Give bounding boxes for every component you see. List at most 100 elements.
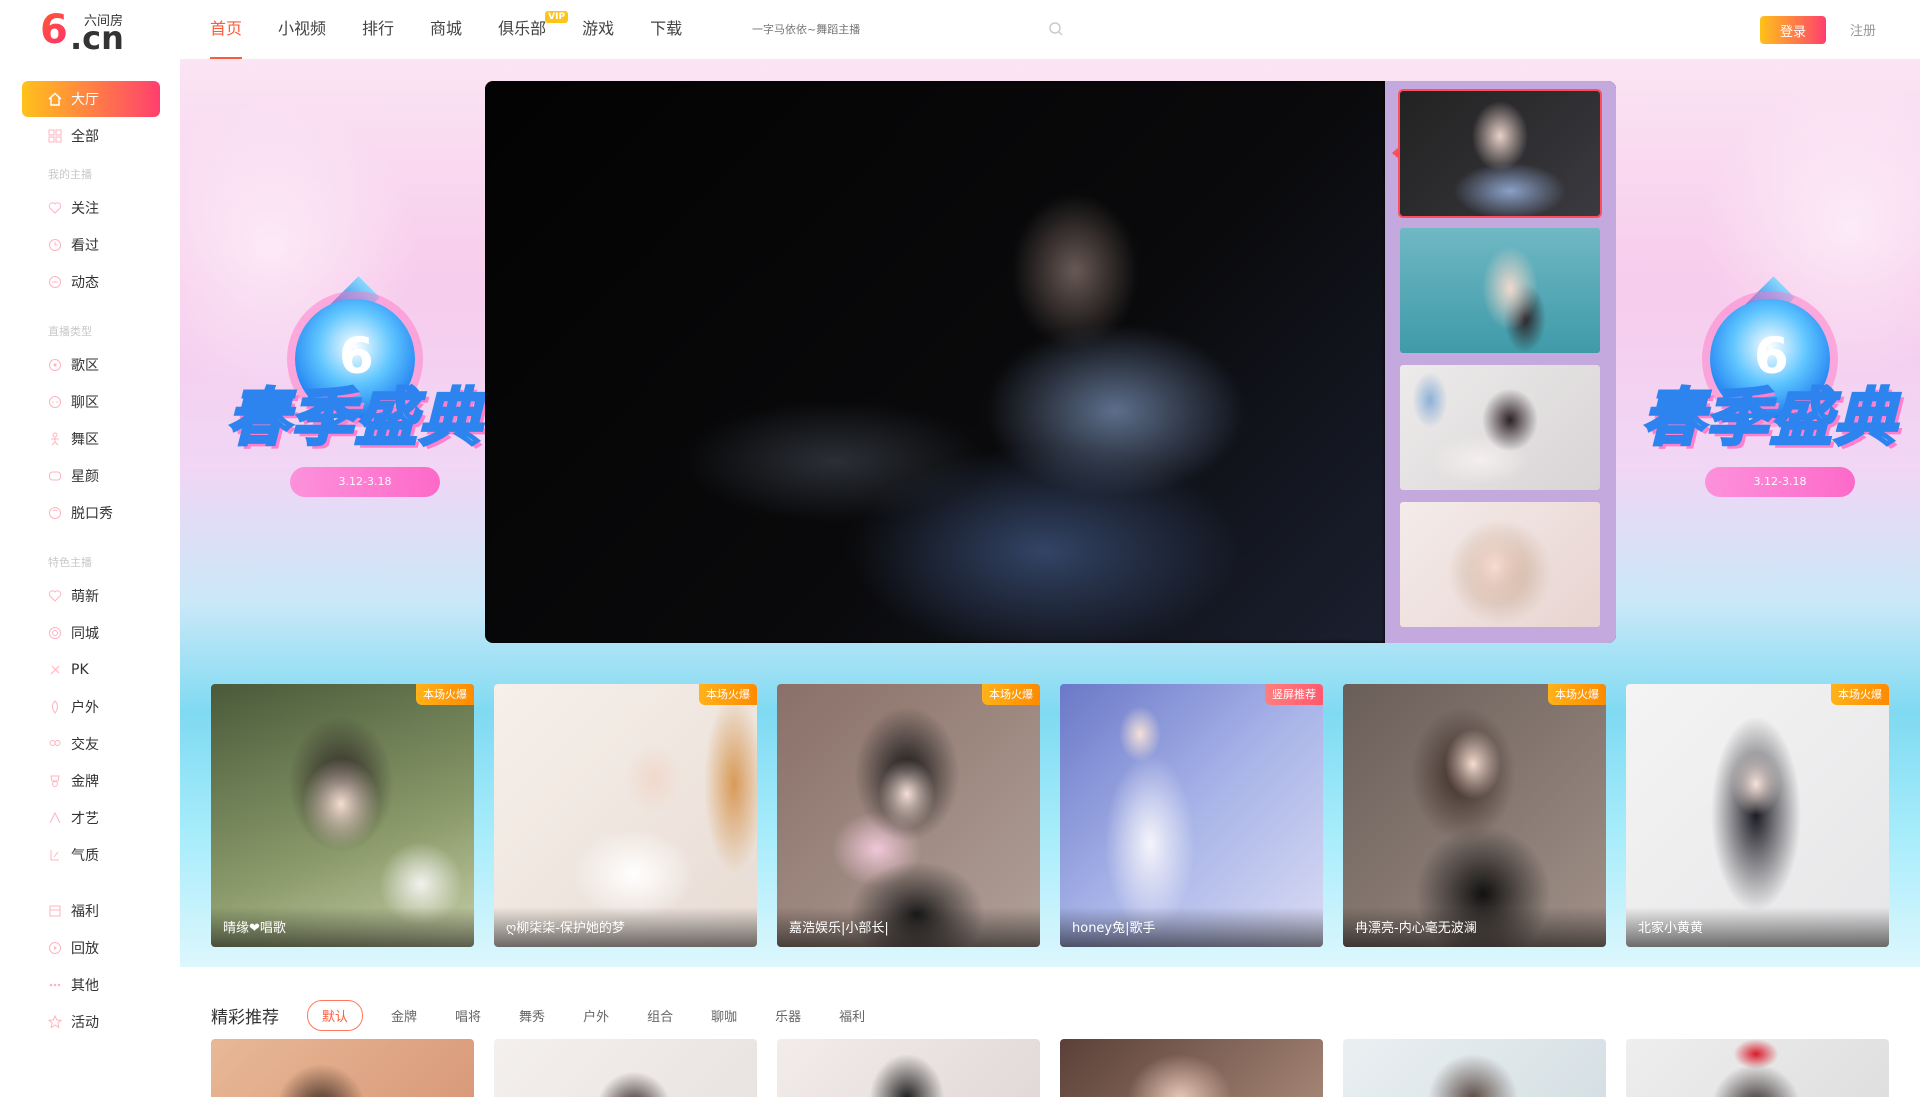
sidebar-item-newbie[interactable]: 萌新 [22,578,160,614]
sidebar-item-label: 其他 [71,978,99,994]
event-logo-right[interactable]: 春季盛典 3.12-3.18 [1620,276,1920,549]
sidebar-item-label: 户外 [71,700,99,716]
stream-thumbnail[interactable] [1400,365,1600,490]
stream-thumbnail[interactable] [1398,89,1602,218]
card-tag: 本场火爆 [982,684,1040,705]
sidebar-item-follow[interactable]: 关注 [22,190,160,226]
mic-icon [49,507,61,519]
recommend-card[interactable] [1343,1039,1606,1097]
dance-icon [51,432,59,446]
stream-thumbnail-rail [1385,81,1616,643]
chat-icon [49,396,61,408]
anchor-card[interactable]: 本场火爆 嘉浩娱乐|小部长| [777,684,1040,947]
site-logo[interactable]: 6 .cn 六间房 [40,7,140,54]
gift-icon [49,905,61,917]
sidebar-item-label: 福利 [71,904,99,920]
live-player[interactable] [485,81,1616,643]
sidebar-item-other[interactable]: 其他 [22,967,160,1003]
sidebar-item-talent[interactable]: 才艺 [22,800,160,836]
pk-icon [50,665,60,675]
tab-group[interactable]: 组合 [647,1006,673,1025]
sidebar-item-label: PK [71,662,89,678]
tab-chat[interactable]: 聊咖 [711,1006,737,1025]
nav-download[interactable]: 下载 [650,0,682,59]
search-icon[interactable] [1048,21,1064,37]
sidebar-item-star-face[interactable]: 星颜 [22,458,160,494]
recommend-card[interactable] [1626,1039,1889,1097]
search-input[interactable] [752,16,1052,42]
anchor-name: ღ柳柒柒-保护她的梦 [494,907,757,947]
anchor-card[interactable]: 本场火爆 冉漂亮-内心毫无波澜 [1343,684,1606,947]
anchor-name: honey兔|歌手 [1060,907,1323,947]
sidebar-item-chat[interactable]: 聊区 [22,384,160,420]
anchor-card[interactable]: 竖屏推荐 honey兔|歌手 [1060,684,1323,947]
recommend-card[interactable] [211,1039,474,1097]
nav-ranking[interactable]: 排行 [362,0,394,59]
tab-default[interactable]: 默认 [307,999,364,1031]
sidebar-item-label: 萌新 [71,589,99,605]
tab-dance[interactable]: 舞秀 [519,1006,545,1025]
sidebar-item-temperament[interactable]: 气质 [22,837,160,873]
star-face-icon [49,471,61,481]
logo-mark: 6 [40,7,68,53]
sidebar-item-gold[interactable]: 金牌 [22,763,160,799]
live-video-stream[interactable] [485,81,1385,643]
clock-icon [49,239,61,251]
sidebar-item-outdoor[interactable]: 户外 [22,689,160,725]
home-icon [48,92,62,106]
tab-welfare[interactable]: 福利 [839,1006,865,1025]
anchor-name: 嘉浩娱乐|小部长| [777,907,1040,947]
sidebar-item-label: 动态 [71,275,99,291]
sidebar-item-replay[interactable]: 回放 [22,930,160,966]
anchor-card[interactable]: 本场火爆 ღ柳柒柒-保护她的梦 [494,684,757,947]
nav-club[interactable]: 俱乐部 VIP [498,0,569,59]
recommend-card[interactable] [494,1039,757,1097]
login-button[interactable]: 登录 [1760,16,1826,44]
event-title: 春季盛典 [225,380,483,456]
anchor-name: 北家小黄黄 [1626,907,1889,947]
sidebar-item-feed[interactable]: 动态 [22,264,160,300]
more-icon [49,983,61,987]
nav-short-video[interactable]: 小视频 [278,0,326,59]
sidebar-item-history[interactable]: 看过 [22,227,160,263]
section-live-types: 直播类型 [48,325,92,338]
card-tag: 竖屏推荐 [1265,684,1323,705]
sidebar-item-talkshow[interactable]: 脱口秀 [22,495,160,531]
nav-mall[interactable]: 商城 [430,0,462,59]
recommend-card[interactable] [777,1039,1040,1097]
sidebar-item-friends[interactable]: 交友 [22,726,160,762]
tab-gold[interactable]: 金牌 [391,1006,417,1025]
recommend-card[interactable] [1060,1039,1323,1097]
sidebar-item-songs[interactable]: 歌区 [22,347,160,383]
sidebar-item-label: 同城 [71,626,99,642]
search-box [752,16,1072,42]
stream-thumbnail[interactable] [1400,228,1600,353]
sidebar-item-welfare[interactable]: 福利 [22,893,160,929]
sidebar-item-local[interactable]: 同城 [22,615,160,651]
event-logo-left[interactable]: 春季盛典 3.12-3.18 [205,276,505,549]
sidebar-item-label: 活动 [71,1015,99,1031]
medal-icon [50,775,60,787]
sidebar-item-label: 金牌 [71,774,99,790]
stream-thumbnail[interactable] [1400,502,1600,627]
nav-home[interactable]: 首页 [210,0,243,59]
anchor-card[interactable]: 本场火爆 晴缘❤唱歌 [211,684,474,947]
nav-games[interactable]: 游戏 [582,0,614,59]
tab-instrument[interactable]: 乐器 [775,1006,801,1025]
anchor-card[interactable]: 本场火爆 北家小黄黄 [1626,684,1889,947]
event-title: 春季盛典 [1640,380,1898,456]
register-link[interactable]: 注册 [1850,20,1876,39]
sidebar: 大厅 全部 我的主播 关注 看过 动态 直播类型 歌区 聊区 舞区 星颜 脱口秀… [0,59,180,1097]
sidebar-item-pk[interactable]: PK [22,652,160,688]
sidebar-item-lobby[interactable]: 大厅 [22,81,160,117]
friends-icon [49,740,61,746]
talent-icon [49,811,61,824]
tab-singers[interactable]: 唱将 [455,1006,481,1025]
sidebar-item-dance[interactable]: 舞区 [22,421,160,457]
sidebar-item-all[interactable]: 全部 [22,118,160,154]
tab-outdoor[interactable]: 户外 [583,1006,609,1025]
card-tag: 本场火爆 [1548,684,1606,705]
sidebar-item-events[interactable]: 活动 [22,1004,160,1040]
main-nav: 首页 小视频 排行 商城 俱乐部 VIP 游戏 下载 [210,0,718,59]
vip-badge: VIP [545,11,569,23]
